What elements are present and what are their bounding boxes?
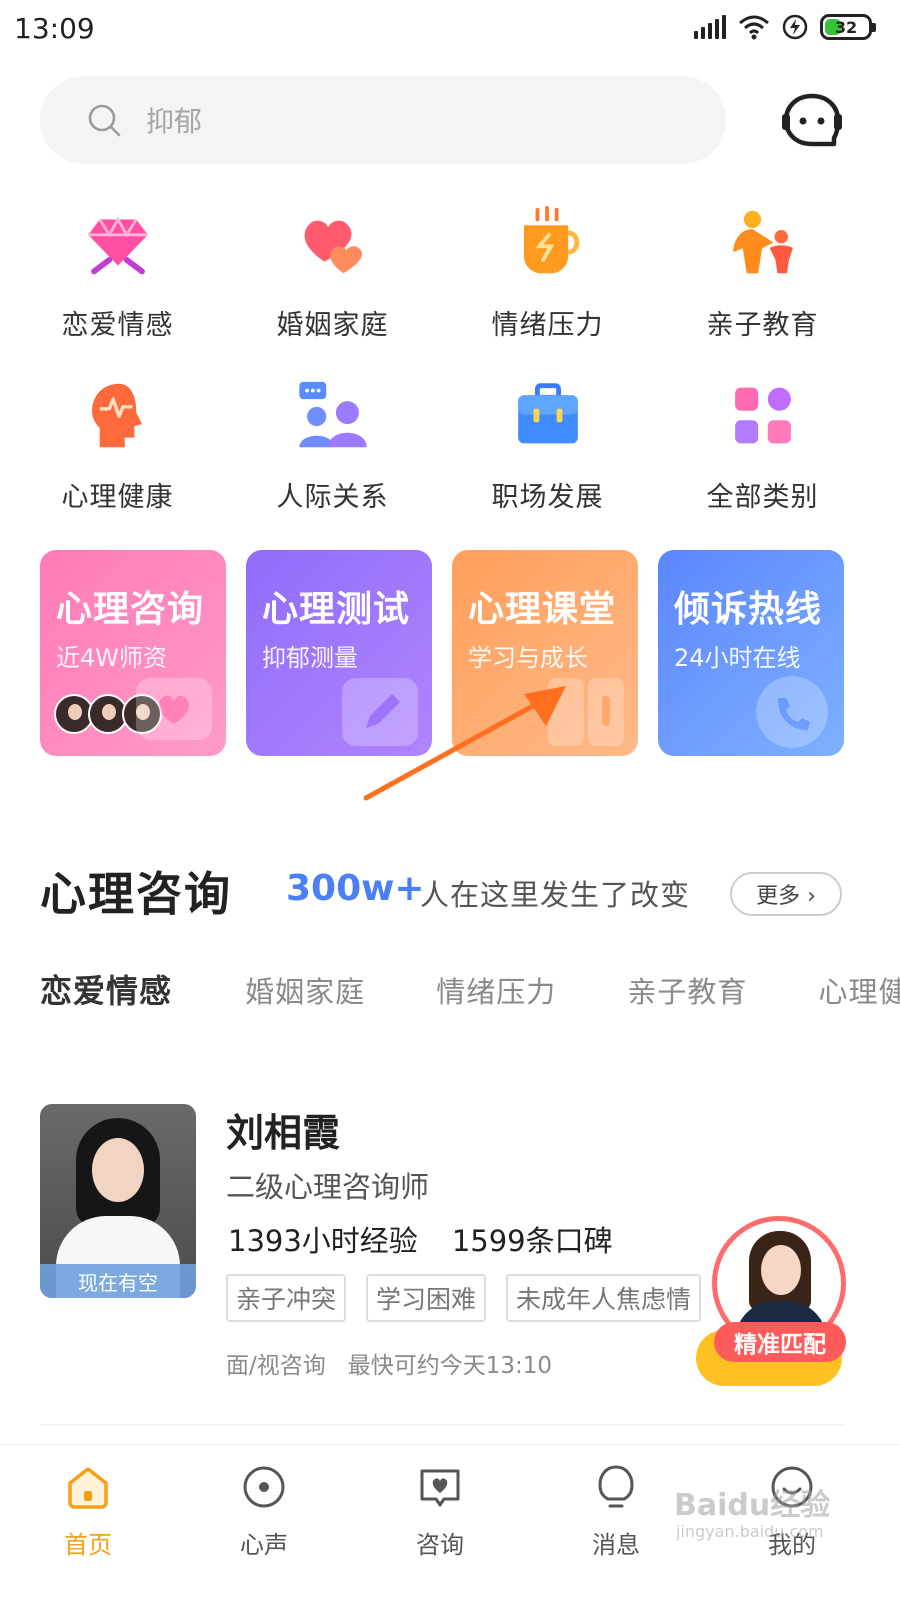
section-description: 人在这里发生了改变 bbox=[420, 878, 691, 912]
briefcase-icon bbox=[517, 383, 578, 444]
category-label: 亲子教育 bbox=[706, 310, 819, 341]
category-label: 情绪压力 bbox=[491, 310, 604, 341]
status-bar: 13:09 32 bbox=[0, 0, 900, 62]
category-label: 婚姻家庭 bbox=[276, 310, 389, 341]
counselor-photo[interactable]: 现在有空 bbox=[40, 1104, 196, 1298]
search-icon bbox=[88, 104, 121, 137]
diamond-icon bbox=[87, 216, 148, 275]
battery-level: 32 bbox=[834, 17, 858, 37]
category-emotion[interactable]: 情绪压力 bbox=[440, 196, 655, 342]
consult-icon bbox=[420, 1469, 460, 1507]
consult-mode: 面/视咨询 bbox=[226, 1353, 326, 1379]
precise-match-button[interactable]: 精准匹配 bbox=[714, 1322, 846, 1362]
counselor-name[interactable]: 刘相霞 bbox=[226, 1102, 340, 1157]
counselor-meta: 面/视咨询 最快可约今天13:10 bbox=[226, 1346, 552, 1380]
section-count: 300w+ bbox=[286, 868, 425, 909]
category-relationships[interactable]: 人际关系 bbox=[225, 368, 440, 514]
tab-marriage[interactable]: 婚姻家庭 bbox=[245, 969, 365, 1011]
card-subtitle: 近4W师资 bbox=[56, 644, 167, 672]
nav-label: 咨询 bbox=[416, 1531, 464, 1559]
status-icons: 32 bbox=[694, 14, 876, 40]
grid-icon bbox=[734, 387, 791, 444]
card-subtitle: 24小时在线 bbox=[674, 644, 801, 672]
category-career[interactable]: 职场发展 bbox=[440, 368, 655, 514]
voice-icon bbox=[243, 1466, 285, 1508]
nav-label: 首页 bbox=[64, 1531, 112, 1559]
tab-love[interactable]: 恋爱情感 bbox=[40, 966, 172, 1012]
wifi-icon bbox=[739, 15, 769, 40]
review-count: 1599条口碑 bbox=[451, 1224, 613, 1258]
card-title: 心理测试 bbox=[262, 589, 411, 630]
category-marriage[interactable]: 婚姻家庭 bbox=[225, 196, 440, 342]
category-label: 人际关系 bbox=[276, 482, 389, 513]
tag: 亲子冲突 bbox=[226, 1274, 347, 1322]
watermark-logo: Baidu经验 bbox=[674, 1488, 831, 1523]
home-icon bbox=[68, 1467, 108, 1509]
battery-icon: 32 bbox=[820, 14, 876, 40]
category-label: 恋爱情感 bbox=[61, 310, 174, 341]
category-love[interactable]: 恋爱情感 bbox=[10, 196, 225, 342]
cup-icon bbox=[523, 206, 579, 274]
card-subtitle: 学习与成长 bbox=[468, 644, 588, 672]
nav-voice[interactable]: 心声 bbox=[204, 1463, 324, 1560]
category-all[interactable]: 全部类别 bbox=[655, 368, 870, 514]
card-counseling[interactable]: 心理咨询 近4W师资 bbox=[40, 550, 226, 756]
tag: 未成年人焦虑情 bbox=[506, 1274, 702, 1322]
more-button[interactable]: 更多 › bbox=[730, 872, 842, 916]
parent-child-icon bbox=[732, 210, 793, 274]
specialty-tags: 亲子冲突 学习困难 未成年人焦虑情 bbox=[226, 1274, 702, 1322]
card-subtitle: 抑郁测量 bbox=[262, 644, 358, 672]
annotation-arrow bbox=[363, 686, 566, 801]
search-input[interactable]: 抑郁 bbox=[40, 76, 726, 164]
category-label: 全部类别 bbox=[706, 482, 819, 513]
availability-badge: 现在有空 bbox=[40, 1264, 196, 1298]
tab-parenting[interactable]: 亲子教育 bbox=[627, 969, 747, 1011]
card-title: 心理咨询 bbox=[56, 589, 205, 630]
card-hotline[interactable]: 倾诉热线 24小时在线 bbox=[658, 550, 844, 756]
divider bbox=[40, 1424, 844, 1425]
category-parenting[interactable]: 亲子教育 bbox=[655, 196, 870, 342]
experience-hours: 1393小时经验 bbox=[228, 1224, 418, 1258]
signal-icon bbox=[694, 15, 726, 39]
brain-head-icon bbox=[91, 383, 142, 448]
nav-label: 心声 bbox=[240, 1531, 288, 1559]
heart-chat-icon bbox=[136, 678, 212, 740]
tab-mental-health[interactable]: 心理健康 bbox=[818, 969, 900, 1011]
hearts-icon bbox=[304, 220, 362, 274]
card-title: 倾诉热线 bbox=[674, 589, 823, 630]
category-grid: 恋爱情感 婚姻家庭 情绪压力 亲子教育 心理健康 人际关系 职场发展 全部类别 bbox=[10, 196, 890, 514]
category-label: 心理健康 bbox=[61, 482, 174, 513]
section-title: 心理咨询 bbox=[40, 867, 232, 921]
nav-home[interactable]: 首页 bbox=[28, 1463, 148, 1560]
category-tabs: 恋爱情感 婚姻家庭 情绪压力 亲子教育 心理健康 bbox=[40, 966, 900, 1016]
phone-icon bbox=[756, 676, 828, 748]
customer-service-icon[interactable] bbox=[782, 92, 842, 150]
people-chat-icon bbox=[298, 381, 367, 448]
tag: 学习困难 bbox=[366, 1274, 487, 1322]
category-label: 职场发展 bbox=[491, 482, 604, 513]
earliest-slot: 最快可约今天13:10 bbox=[347, 1353, 553, 1379]
counselor-title: 二级心理咨询师 bbox=[226, 1170, 430, 1204]
charging-icon bbox=[782, 14, 808, 40]
nav-label: 消息 bbox=[592, 1531, 640, 1559]
nav-consult[interactable]: 咨询 bbox=[380, 1463, 500, 1560]
category-mental-health[interactable]: 心理健康 bbox=[10, 368, 225, 514]
watermark-url: jingyan.baidu.com bbox=[676, 1522, 824, 1541]
status-time: 13:09 bbox=[14, 12, 95, 45]
tab-emotion[interactable]: 情绪压力 bbox=[436, 969, 556, 1011]
bell-icon bbox=[598, 1465, 634, 1508]
nav-messages[interactable]: 消息 bbox=[556, 1463, 676, 1560]
counselor-stats: 1393小时经验 1599条口碑 bbox=[228, 1218, 613, 1260]
search-placeholder: 抑郁 bbox=[146, 105, 203, 138]
card-title: 心理课堂 bbox=[468, 589, 617, 630]
